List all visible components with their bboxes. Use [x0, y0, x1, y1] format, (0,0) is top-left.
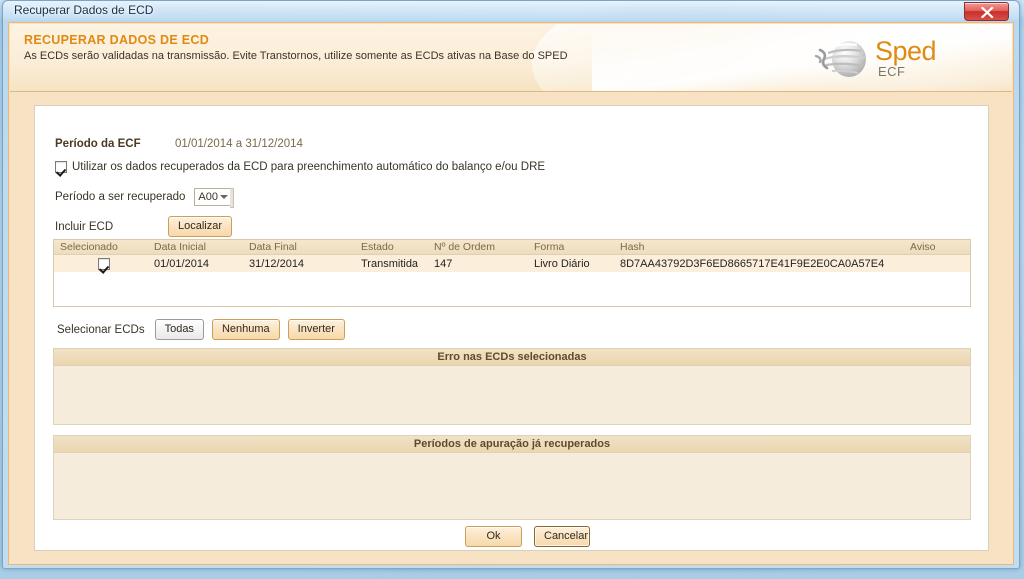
- include-ecd-row: Incluir ECD Localizar: [55, 216, 233, 237]
- table-empty-area: [54, 272, 970, 306]
- cell-data-final: 31/12/2014: [249, 257, 305, 270]
- chevron-down-icon: [220, 195, 229, 199]
- sped-logo-text: Sped: [875, 36, 937, 66]
- locate-button[interactable]: Localizar: [168, 216, 233, 237]
- sped-sphere-icon: [814, 41, 866, 77]
- autofill-row[interactable]: Utilizar os dados recuperados da ECD par…: [55, 161, 545, 173]
- client-area: RECUPERAR DADOS DE ECD As ECDs serão val…: [8, 22, 1014, 565]
- app-window: Recuperar Dados de ECD RECUPERAR DADOS D…: [0, 0, 1024, 571]
- select-none-button[interactable]: Nenhuma: [211, 319, 280, 340]
- column-header-numero-ordem: Nº de Ordem: [434, 241, 496, 253]
- errors-box: Erro nas ECDs selecionadas: [53, 348, 971, 425]
- sped-logo-subtext: ECF: [878, 64, 906, 79]
- row-select-cell[interactable]: [54, 257, 154, 270]
- periods-box: Períodos de apuração já recuperados: [53, 435, 971, 520]
- period-value: 01/01/2014 a 31/12/2014: [175, 138, 303, 150]
- include-ecd-label: Incluir ECD: [55, 220, 114, 233]
- header-banner: RECUPERAR DADOS DE ECD As ECDs serão val…: [10, 24, 1012, 92]
- ok-button[interactable]: Ok: [465, 526, 522, 547]
- select-invert-button[interactable]: Inverter: [287, 319, 345, 340]
- autofill-checkbox[interactable]: [55, 161, 67, 173]
- title-bar[interactable]: Recuperar Dados de ECD: [4, 1, 1018, 21]
- periods-box-title: Períodos de apuração já recuperados: [54, 436, 970, 453]
- cell-hash: 8D7AA43792D3F6ED8665717E41F9E2E0CA0A57E4: [620, 257, 885, 270]
- footer-buttons: Ok Cancelar: [465, 526, 590, 547]
- column-header-selecionado: Selecionado: [60, 241, 118, 253]
- banner-subtitle: As ECDs serão validadas na transmissão. …: [24, 50, 568, 62]
- column-header-hash: Hash: [620, 241, 645, 253]
- close-button[interactable]: [964, 2, 1009, 21]
- select-all-button[interactable]: Todas: [154, 319, 204, 340]
- table-row[interactable]: 01/01/2014 31/12/2014 Transmitida 147 Li…: [54, 255, 970, 272]
- ecd-table: Selecionado Data Inicial Data Final Esta…: [53, 239, 971, 307]
- column-header-estado: Estado: [361, 241, 394, 253]
- recover-period-selected-value: A00: [198, 191, 218, 203]
- column-header-data-inicial: Data Inicial: [154, 241, 206, 253]
- table-header: Selecionado Data Inicial Data Final Esta…: [54, 240, 970, 255]
- errors-box-title: Erro nas ECDs selecionadas: [54, 349, 970, 366]
- select-ecds-row: Selecionar ECDs Todas Nenhuma Inverter: [57, 319, 345, 340]
- column-header-data-final: Data Final: [249, 241, 297, 253]
- row-checkbox[interactable]: [98, 257, 110, 270]
- window-title: Recuperar Dados de ECD: [14, 3, 154, 17]
- cell-forma: Livro Diário: [534, 257, 590, 270]
- select-ecds-label: Selecionar ECDs: [57, 323, 145, 336]
- recover-period-label: Período a ser recuperado: [55, 191, 186, 203]
- cell-data-inicial: 01/01/2014: [154, 257, 210, 270]
- cell-numero-ordem: 147: [434, 257, 453, 270]
- sped-logo: Sped ECF: [813, 34, 998, 86]
- cell-estado: Transmitida: [361, 257, 419, 270]
- period-label: Período da ECF: [55, 138, 141, 150]
- recover-period-row: Período a ser recuperado A00: [55, 188, 235, 208]
- column-header-aviso: Aviso: [910, 241, 936, 253]
- autofill-label: Utilizar os dados recuperados da ECD par…: [72, 161, 546, 173]
- close-icon: [981, 7, 994, 18]
- cancel-button[interactable]: Cancelar: [534, 526, 590, 547]
- column-header-forma: Forma: [534, 241, 565, 253]
- recover-period-select[interactable]: A00: [194, 188, 235, 208]
- content-panel: Período da ECF 01/01/2014 a 31/12/2014 U…: [34, 105, 989, 551]
- banner-title: RECUPERAR DADOS DE ECD: [24, 33, 210, 47]
